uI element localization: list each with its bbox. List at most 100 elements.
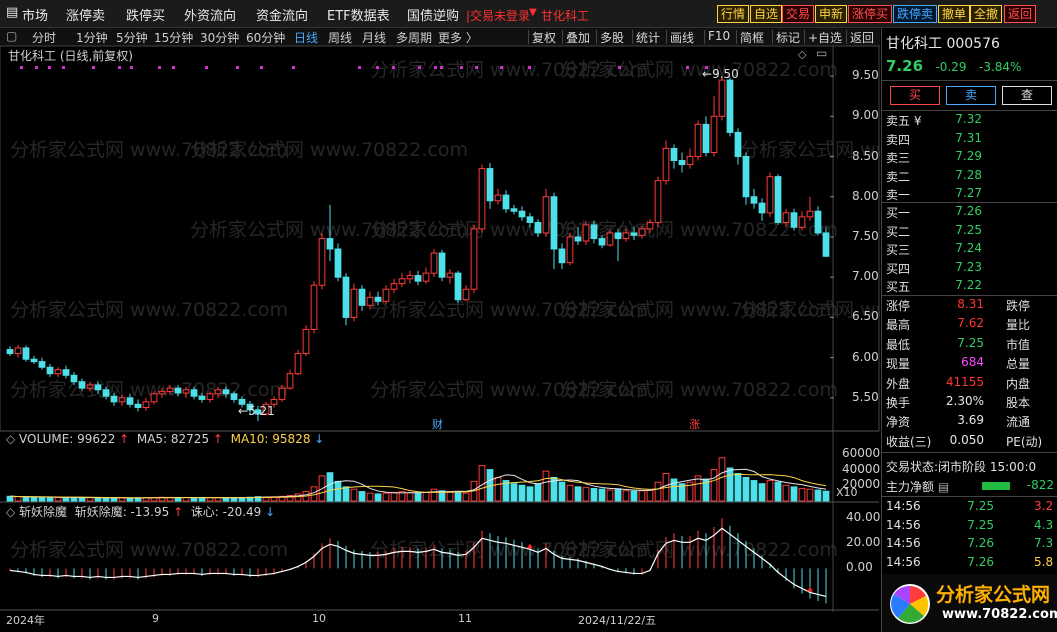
quick-button-6[interactable]: 撤单 (938, 5, 971, 23)
tool-7[interactable]: 标记 (776, 29, 800, 46)
candle (774, 174, 782, 225)
menu-limit-down-buy[interactable]: 跌停买 (126, 5, 165, 24)
watermark-text: 分析家公式网 www.70822.com (560, 539, 838, 561)
stat-label-2: 市值 (1006, 337, 1031, 352)
menu-etf-table[interactable]: ETF数据表 (327, 5, 390, 24)
candle (334, 243, 342, 282)
quick-button-8[interactable]: 返回 (1004, 5, 1037, 23)
period-10[interactable]: 更多 〉 (438, 29, 478, 46)
date-nov: 11 (458, 612, 472, 625)
period-8[interactable]: 月线 (362, 29, 386, 46)
quick-button-5[interactable]: 跌停卖 (893, 5, 938, 23)
quick-button-1[interactable]: 自选 (750, 5, 783, 23)
date-sep: 9 (152, 612, 159, 625)
tool-separator (846, 30, 847, 44)
menu-limit-up-sell[interactable]: 涨停卖 (66, 5, 105, 24)
volume-bar (790, 486, 798, 502)
volume-bar (806, 488, 814, 502)
candle (550, 192, 558, 270)
period-2[interactable]: 5分钟 (116, 29, 148, 46)
price-tick: 6.00 (852, 349, 879, 364)
event-finance[interactable]: 财 (432, 416, 443, 432)
dropdown-arrow-icon[interactable]: ▼ (529, 7, 537, 18)
signal-dot (20, 66, 23, 69)
bids-price: 7.26 (955, 204, 982, 218)
period-0[interactable]: 分时 (32, 29, 56, 46)
menu-repo[interactable]: 国债逆购 (407, 5, 459, 24)
period-icon[interactable]: ▢ (6, 29, 17, 43)
bids-row[interactable]: 买二 7.25 (886, 223, 1056, 241)
quick-button-3[interactable]: 申新 (815, 5, 848, 23)
tool-4[interactable]: 画线 (670, 29, 694, 46)
period-5[interactable]: 60分钟 (246, 29, 285, 46)
tick-vol: 5.8 (1034, 554, 1054, 569)
quick-button-4[interactable]: 涨停买 (848, 5, 893, 23)
stat-value: 7.25 (957, 335, 984, 350)
tool-8[interactable]: +自选 (808, 29, 842, 46)
tick-row: 14:56 7.26 5.8 (886, 555, 1056, 573)
signal-dot (392, 66, 395, 69)
candle (470, 224, 478, 294)
kline-chart[interactable]: 分析家公式网 www.70822.com 分析家公式网 www.70822.com… (0, 46, 880, 632)
price-row: 7.26 -0.29 -3.84% (886, 57, 1021, 75)
bids-row[interactable]: 买五 7.22 (886, 278, 1056, 296)
candle (558, 243, 566, 270)
trade-status: 交易状态:闭市阶段 15:00:0 (886, 460, 1037, 474)
tool-2[interactable]: 多股 (600, 29, 624, 46)
period-4[interactable]: 30分钟 (200, 29, 239, 46)
trade-button-0[interactable]: 买 (890, 86, 940, 105)
tool-5[interactable]: F10 (708, 29, 730, 43)
tick-vol: 7.3 (1034, 536, 1054, 550)
menu-foreign-flow[interactable]: 外资流向 (184, 5, 236, 24)
menu-logo-icon[interactable]: ▤ (6, 5, 18, 20)
asks-row[interactable]: 卖三 7.29 (886, 149, 1056, 167)
pinwheel-icon (890, 584, 930, 624)
trade-login-status[interactable]: |交易未登录 (466, 7, 530, 24)
asks-row[interactable]: 卖二 7.28 (886, 168, 1056, 186)
asks-label: 卖一 (886, 188, 911, 202)
candle (6, 346, 14, 356)
period-1[interactable]: 1分钟 (76, 29, 108, 46)
asks-row[interactable]: 卖五 ¥ 7.32 (886, 112, 1056, 130)
volume-bar (342, 486, 350, 502)
tick-time: 14:56 (886, 536, 921, 550)
tool-6[interactable]: 简框 (740, 29, 764, 46)
candle (318, 232, 326, 290)
bids-row[interactable]: 买四 7.23 (886, 260, 1056, 278)
stat-row: 外盘 41155 内盘 (886, 375, 1056, 393)
volume-bar (366, 492, 374, 502)
bids-price: 7.25 (955, 222, 982, 237)
stat-value: 684 (961, 355, 984, 370)
tool-separator (528, 30, 529, 44)
quick-button-7[interactable]: 全撤 (970, 5, 1003, 23)
volume-bar (78, 497, 86, 502)
tool-separator (736, 30, 737, 44)
trade-button-1[interactable]: 卖 (946, 86, 996, 105)
trade-button-2[interactable]: 查 (1002, 86, 1052, 105)
volume-bar (798, 487, 806, 502)
menu-capital-flow[interactable]: 资金流向 (256, 5, 308, 24)
tool-1[interactable]: 叠加 (566, 29, 590, 46)
quick-button-0[interactable]: 行情 (717, 5, 750, 23)
date-cursor: 2024/11/22/五 (578, 614, 657, 627)
volume-bar (70, 496, 78, 502)
event-limit-up[interactable]: 涨 (689, 416, 700, 432)
bids-row[interactable]: 买一 7.26 (886, 204, 1056, 222)
tool-9[interactable]: 返回 (850, 29, 874, 46)
period-9[interactable]: 多周期 (396, 29, 432, 46)
period-toolbar: ▢ 分时 1分钟 5分钟 15分钟 30分钟 60分钟 日线 周线 月线 多周期 更多 〉 复权 叠加… (0, 28, 880, 46)
period-3[interactable]: 15分钟 (154, 29, 193, 46)
tick-price: 7.26 (967, 554, 994, 569)
watermark-layer: 分析家公式网 www.70822.com 分析家公式网 www.70822.com… (10, 59, 880, 561)
table-icon: ▤ (937, 480, 950, 494)
tool-0[interactable]: 复权 (532, 29, 556, 46)
tool-3[interactable]: 统计 (636, 29, 660, 46)
asks-row[interactable]: 卖四 7.31 (886, 131, 1056, 149)
period-6[interactable]: 日线 (294, 29, 318, 46)
bids-row[interactable]: 买三 7.24 (886, 241, 1056, 259)
quick-button-2[interactable]: 交易 (782, 5, 815, 23)
period-7[interactable]: 周线 (328, 29, 352, 46)
stat-row: 净资 3.69 流通 (886, 413, 1056, 431)
candle (54, 367, 62, 377)
menu-market[interactable]: 市场 (22, 5, 48, 24)
